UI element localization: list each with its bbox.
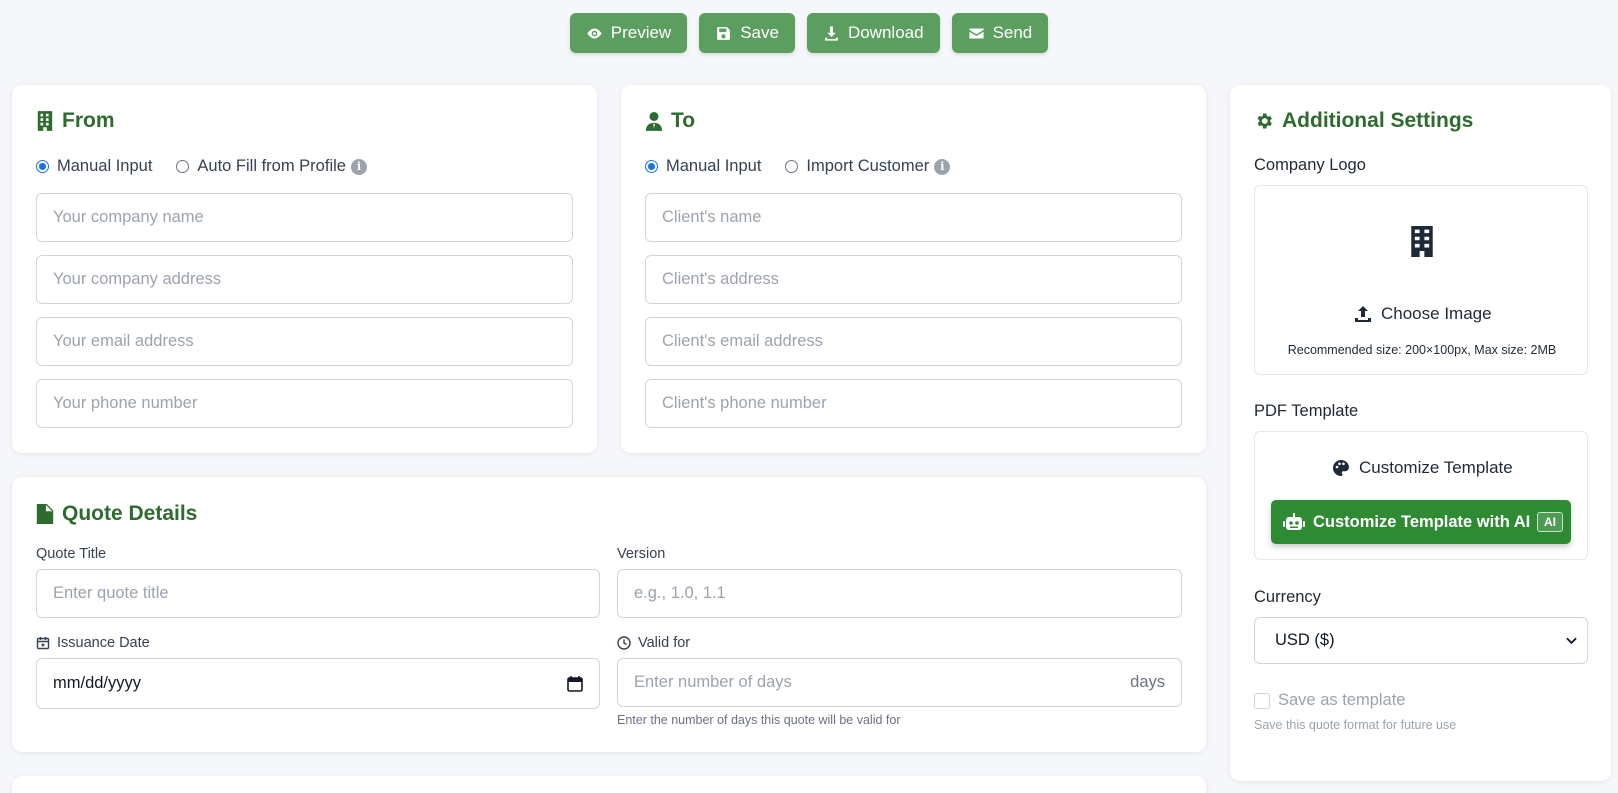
palette-icon [1333,460,1349,476]
send-label: Send [992,23,1033,42]
gear-icon [1257,113,1272,129]
client-phone-input[interactable] [645,379,1182,428]
save-template-label[interactable]: Save as template [1278,691,1406,710]
download-icon [825,25,838,41]
valid-for-label-text: Valid for [638,635,691,651]
to-radio-group: Manual Input Import Customer i [645,157,951,176]
customize-template-button[interactable]: Customize Template [1332,458,1513,478]
upload-icon [1355,306,1371,322]
company-email-input[interactable] [36,317,573,366]
robot-icon [1283,513,1305,530]
quote-title-label: Quote Title [36,546,106,562]
from-title-text: From [62,109,115,132]
from-card: From Manual Input Auto Fill from Profile… [12,85,597,453]
company-phone-input[interactable] [36,379,573,428]
action-toolbar: Preview Save Download Send [0,13,1618,53]
chevron-down-icon [1566,637,1577,644]
quote-details-title: Quote Details [36,502,197,526]
days-suffix: days [1130,673,1165,691]
preview-button[interactable]: Preview [569,13,688,53]
to-radio-manual[interactable]: Manual Input [645,157,761,176]
currency-selected-value: USD ($) [1275,631,1335,649]
ai-badge: AI [1537,512,1563,532]
valid-for-label: Valid for [617,635,690,651]
valid-for-hint: Enter the number of days this quote will… [617,713,901,727]
download-button[interactable]: Download [806,13,940,53]
customize-template-label: Customize Template [1359,458,1513,477]
customize-ai-label: Customize Template with AI [1313,512,1531,531]
floppy-icon [717,26,731,40]
additional-settings-card: Additional Settings Company Logo Choose … [1230,85,1611,781]
save-template-checkbox[interactable] [1254,693,1270,709]
issuance-date-label: Issuance Date [36,635,150,651]
next-section-card [12,776,1206,793]
preview-label: Preview [610,23,672,42]
choose-image-label: Choose Image [1381,304,1492,323]
customize-ai-button[interactable]: Customize Template with AI AI [1271,500,1571,544]
version-label-text: Version [617,546,666,562]
to-radio-import-label: Import Customer [806,157,930,175]
from-radio-auto-label: Auto Fill from Profile [197,157,346,175]
to-title: To [645,109,695,133]
issuance-date-value: mm/dd/yyyy [53,674,142,692]
currency-select[interactable]: USD ($) [1254,617,1588,664]
quote-details-title-text: Quote Details [62,502,198,525]
additional-settings-title-text: Additional Settings [1282,109,1474,132]
quote-details-card: Quote Details Quote Title Version Issuan… [12,477,1206,752]
calendar-icon[interactable] [567,675,583,692]
choose-image-button[interactable]: Choose Image [1354,304,1492,324]
from-title: From [36,109,115,133]
to-radio-manual-label: Manual Input [666,157,762,175]
company-address-input[interactable] [36,255,573,304]
quote-title-label-text: Quote Title [36,546,107,562]
company-name-input[interactable] [36,193,573,242]
logo-upload-box[interactable]: Choose Image Recommended size: 200×100px… [1254,185,1588,375]
quote-title-input[interactable] [36,569,600,618]
save-template-hint: Save this quote format for future use [1254,718,1457,732]
download-label: Download [847,23,924,42]
to-radio-import[interactable]: Import Customer [785,157,929,176]
radio-dot[interactable] [785,160,799,173]
info-icon[interactable]: i [350,158,367,175]
client-email-input[interactable] [645,317,1182,366]
radio-dot-selected[interactable] [36,160,49,173]
save-button[interactable]: Save [699,13,795,53]
company-logo-label: Company Logo [1254,156,1366,174]
eye-icon [587,28,602,38]
logo-hint: Recommended size: 200×100px, Max size: 2… [1287,343,1557,357]
from-radio-group: Manual Input Auto Fill from Profile i [36,157,367,176]
save-label: Save [740,23,779,42]
additional-settings-title: Additional Settings [1254,109,1473,133]
user-tie-icon [645,112,663,131]
from-radio-manual[interactable]: Manual Input [36,157,152,176]
send-button[interactable]: Send [951,13,1049,53]
client-name-input[interactable] [645,193,1182,242]
version-label: Version [617,546,665,562]
radio-dot[interactable] [176,160,190,173]
issuance-date-input[interactable]: mm/dd/yyyy [36,658,600,709]
pdf-template-box: Customize Template Customize Template wi… [1254,431,1588,560]
valid-days-placeholder: Enter number of days [634,673,792,691]
from-radio-manual-label: Manual Input [57,157,153,175]
to-title-text: To [671,109,696,132]
calendar-plus-icon [36,637,50,650]
file-invoice-icon [36,504,54,524]
from-radio-auto[interactable]: Auto Fill from Profile [176,157,346,176]
version-input[interactable] [617,569,1182,618]
envelope-icon [968,28,984,38]
issuance-date-label-text: Issuance Date [57,635,150,651]
currency-label: Currency [1254,588,1321,606]
info-icon[interactable]: i [934,158,951,175]
valid-days-input[interactable]: Enter number of days days [617,658,1182,707]
building-icon [37,111,53,131]
to-card: To Manual Input Import Customer i [621,85,1206,453]
clock-icon [617,636,631,650]
client-address-input[interactable] [645,255,1182,304]
radio-dot-selected[interactable] [645,160,658,173]
pdf-template-label: PDF Template [1254,402,1359,420]
building-icon [1411,226,1433,257]
